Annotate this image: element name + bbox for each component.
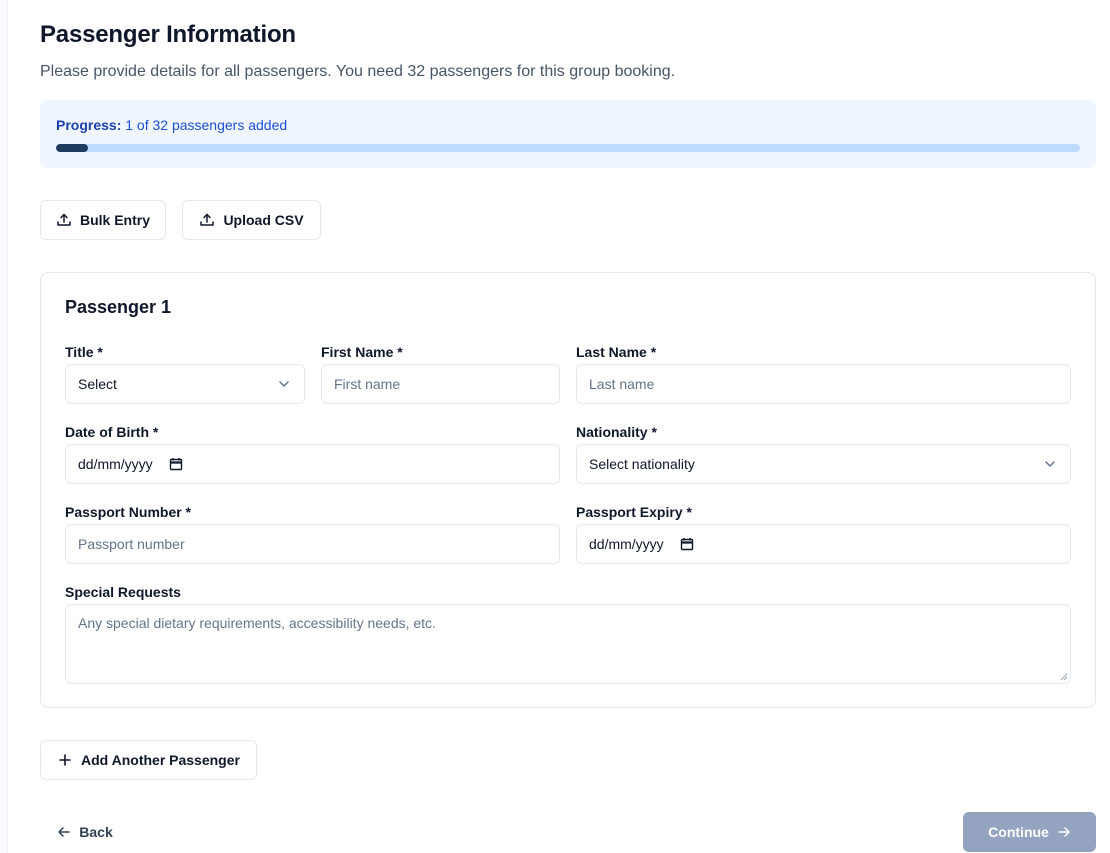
nationality-select[interactable]: Select nationality [576, 444, 1071, 484]
passport-expiry-input[interactable]: dd/mm/yyyy [576, 524, 1071, 564]
progress-panel: Progress: 1 of 32 passengers added [40, 100, 1096, 168]
bulk-entry-button[interactable]: Bulk Entry [40, 200, 166, 240]
page-subtitle: Please provide details for all passenger… [40, 63, 676, 80]
progress-bar-fill [56, 144, 88, 152]
progress-text: Progress: 1 of 32 passengers added [56, 117, 287, 133]
dob-label: Date of Birth * [65, 424, 159, 440]
last-name-placeholder: Last name [589, 376, 655, 392]
progress-label: Progress: [56, 117, 122, 133]
progress-count: 1 of 32 passengers added [125, 117, 288, 133]
chevron-down-icon [279, 381, 289, 387]
back-label: Back [79, 824, 113, 840]
passport-number-placeholder: Passport number [78, 536, 185, 552]
nationality-label: Nationality * [576, 424, 657, 440]
passenger-card: Passenger 1 Title * Select First Name * … [40, 272, 1096, 708]
resize-handle-icon[interactable] [1060, 673, 1068, 681]
special-requests-label: Special Requests [65, 584, 181, 600]
title-label: Title * [65, 344, 103, 360]
special-requests-placeholder: Any special dietary requirements, access… [78, 615, 436, 631]
first-name-label: First Name * [321, 344, 403, 360]
add-passenger-button[interactable]: Add Another Passenger [40, 740, 257, 780]
title-select[interactable]: Select [65, 364, 305, 404]
last-name-label: Last Name * [576, 344, 657, 360]
passenger-heading: Passenger 1 [65, 297, 172, 317]
arrow-left-icon [58, 827, 71, 837]
back-button[interactable]: Back [40, 812, 130, 852]
upload-icon [200, 213, 215, 226]
calendar-icon[interactable] [680, 537, 694, 551]
continue-button[interactable]: Continue [963, 812, 1096, 852]
continue-label: Continue [988, 824, 1049, 840]
passport-number-label: Passport Number * [65, 504, 192, 520]
dob-value: dd/mm/yyyy [78, 456, 153, 472]
upload-csv-button[interactable]: Upload CSV [182, 200, 321, 240]
upload-csv-label: Upload CSV [223, 212, 304, 228]
add-passenger-label: Add Another Passenger [81, 752, 240, 768]
first-name-input[interactable]: First name [321, 364, 560, 404]
chevron-down-icon [1045, 461, 1055, 467]
left-edge-rule [0, 0, 8, 853]
last-name-input[interactable]: Last name [576, 364, 1071, 404]
passport-expiry-label: Passport Expiry * [576, 504, 692, 520]
dob-input[interactable]: dd/mm/yyyy [65, 444, 560, 484]
calendar-icon[interactable] [169, 457, 183, 471]
bulk-entry-label: Bulk Entry [79, 212, 150, 228]
page-title: Passenger Information [40, 21, 296, 48]
progress-bar [56, 144, 1080, 152]
nationality-select-value: Select nationality [589, 456, 695, 472]
plus-icon [59, 754, 71, 766]
passport-expiry-value: dd/mm/yyyy [589, 536, 664, 552]
arrow-right-icon [1058, 827, 1070, 837]
upload-icon [57, 213, 71, 226]
first-name-placeholder: First name [334, 376, 401, 392]
passport-number-input[interactable]: Passport number [65, 524, 560, 564]
title-select-value: Select [78, 376, 117, 392]
special-requests-textarea[interactable]: Any special dietary requirements, access… [65, 604, 1071, 684]
